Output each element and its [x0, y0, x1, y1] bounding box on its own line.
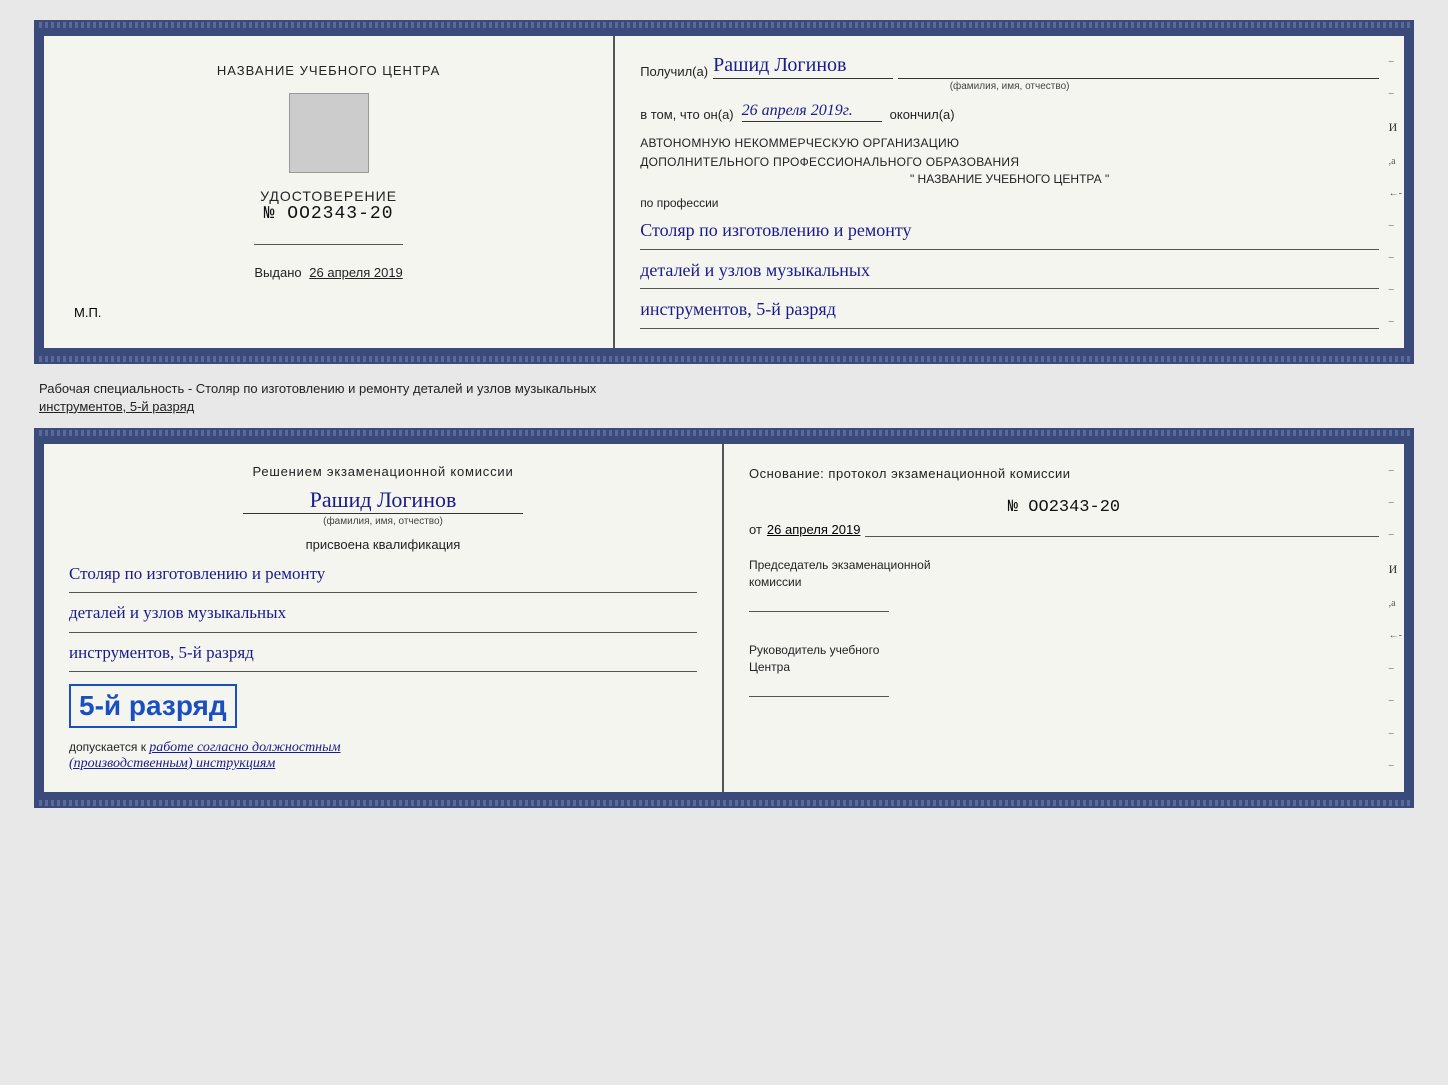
- dopuskaetsya-block: допускается к работе согласно должностны…: [69, 740, 697, 772]
- side-dash-b3: –: [1389, 529, 1402, 540]
- side-dash-i: И: [1389, 120, 1402, 135]
- recipient-name-top: Рашид Логинов: [713, 54, 893, 79]
- side-dash-bk: ←-: [1389, 630, 1402, 641]
- vtom-line: в том, что он(а) 26 апреля 2019г. окончи…: [640, 102, 1379, 122]
- rukovoditel-sig-line: [749, 696, 889, 697]
- bottom-border-texture-top: [36, 356, 1412, 362]
- osnovanie-text: Основание: протокол экзаменационной коми…: [749, 464, 1379, 484]
- side-dash-bi: И: [1389, 562, 1402, 577]
- specialty-text-line1: Рабочая специальность - Столяр по изгото…: [39, 381, 596, 396]
- specialty-text-line2: инструментов, 5-й разряд: [39, 399, 194, 414]
- side-dash-b5: –: [1389, 695, 1402, 706]
- side-dash-5: –: [1389, 252, 1402, 263]
- ot-dash-line: [865, 536, 1379, 537]
- protocol-number: № OO2343-20: [749, 498, 1379, 517]
- top-certificate-wrapper: НАЗВАНИЕ УЧЕБНОГО ЦЕНТРА УДОСТОВЕРЕНИЕ №…: [34, 20, 1414, 364]
- ot-line: от 26 апреля 2019: [749, 522, 1379, 537]
- side-dash-4: –: [1389, 220, 1402, 231]
- udost-title: УДОСТОВЕРЕНИЕ: [260, 188, 397, 204]
- org-line2: ДОПОЛНИТЕЛЬНОГО ПРОФЕССИОНАЛЬНОГО ОБРАЗО…: [640, 153, 1379, 172]
- bottom-certificate-wrapper: Решением экзаменационной комиссии Рашид …: [34, 428, 1414, 808]
- rank-box: 5-й разряд: [69, 684, 237, 728]
- predsedatel-sig-line: [749, 611, 889, 612]
- prof-line2-top: деталей и узлов музыкальных: [640, 254, 1379, 289]
- bottom-certificate: Решением экзаменационной комиссии Рашид …: [36, 436, 1412, 800]
- side-dash-1: –: [1389, 56, 1402, 67]
- prof-line2-bottom: деталей и узлов музыкальных: [69, 597, 697, 632]
- rukovoditel-label-text: Руководитель учебного: [749, 643, 879, 657]
- side-dash-7: –: [1389, 316, 1402, 327]
- rukovoditel-label2-text: Центра: [749, 660, 790, 674]
- dopuskaetsya-label: допускается к: [69, 740, 146, 754]
- prisvoena-label: присвоена квалификация: [69, 537, 697, 552]
- recipient-line: Получил(а) Рашид Логинов: [640, 54, 1379, 79]
- prof-line3-top: инструментов, 5-й разряд: [640, 293, 1379, 328]
- predsedatel-label: Председатель экзаменационной комиссии: [749, 557, 1379, 591]
- rukovoditel-label: Руководитель учебного Центра: [749, 642, 1379, 676]
- document-container: НАЗВАНИЕ УЧЕБНОГО ЦЕНТРА УДОСТОВЕРЕНИЕ №…: [34, 20, 1414, 808]
- instruktsii-text: (производственным) инструкциям: [69, 756, 275, 771]
- top-certificate: НАЗВАНИЕ УЧЕБНОГО ЦЕНТРА УДОСТОВЕРЕНИЕ №…: [36, 28, 1412, 356]
- side-dashes-bottom: – – – И ,а ←- – – – –: [1389, 444, 1402, 792]
- left-middle-block: УДОСТОВЕРЕНИЕ № OO2343-20 Выдано 26 апре…: [254, 93, 402, 280]
- rank-text: 5-й разряд: [79, 690, 227, 721]
- predsedatel-block: Председатель экзаменационной комиссии: [749, 557, 1379, 612]
- udost-block: УДОСТОВЕРЕНИЕ № OO2343-20: [260, 188, 397, 224]
- fio-subtitle-bottom: (фамилия, имя, отчество): [69, 516, 697, 527]
- specialty-text-block: Рабочая специальность - Столяр по изгото…: [34, 374, 1414, 418]
- prof-line1-bottom: Столяр по изготовлению и ремонту: [69, 558, 697, 593]
- center-title-top: НАЗВАНИЕ УЧЕБНОГО ЦЕНТРА: [217, 63, 440, 78]
- date-handwritten-top: 26 апреля 2019г.: [742, 102, 882, 122]
- recipient-block-bottom: Рашид Логинов (фамилия, имя, отчество): [69, 487, 697, 527]
- org-name: " НАЗВАНИЕ УЧЕБНОГО ЦЕНТРА ": [640, 172, 1379, 186]
- side-dash-6: –: [1389, 284, 1402, 295]
- profession-block-bottom: Столяр по изготовлению и ремонту деталей…: [69, 558, 697, 672]
- side-dash-a: ,а: [1389, 156, 1402, 167]
- cert-top-right: Получил(а) Рашид Логинов (фамилия, имя, …: [615, 36, 1404, 348]
- okonchil-label: окончил(а): [890, 107, 955, 122]
- work-text: работе согласно должностным: [149, 740, 340, 755]
- ot-date: 26 апреля 2019: [767, 522, 861, 537]
- stamp-area: [289, 93, 369, 173]
- side-dash-b2: –: [1389, 497, 1402, 508]
- vtom-label: в том, что он(а): [640, 107, 733, 122]
- prof-line1-top: Столяр по изготовлению и ремонту: [640, 214, 1379, 249]
- predsedatel-label2-text: комиссии: [749, 575, 801, 589]
- side-dash-b4: –: [1389, 663, 1402, 674]
- side-dash-b1: –: [1389, 465, 1402, 476]
- cert-bottom-left: Решением экзаменационной комиссии Рашид …: [44, 444, 724, 792]
- po-professii-label: по профессии: [640, 196, 1379, 210]
- vydano-line: Выдано 26 апреля 2019: [254, 265, 402, 280]
- bottom-border-texture-bottom: [36, 800, 1412, 806]
- poluchil-label: Получил(а): [640, 64, 708, 79]
- side-dash-b6: –: [1389, 728, 1402, 739]
- side-dash-b7: –: [1389, 760, 1402, 771]
- prof-line3-bottom: инструментов, 5-й разряд: [69, 637, 697, 672]
- recipient-name-bottom: Рашид Логинов: [243, 487, 523, 514]
- fio-subtitle-top: (фамилия, имя, отчество): [640, 81, 1379, 92]
- org-block: АВТОНОМНУЮ НЕКОММЕРЧЕСКУЮ ОРГАНИЗАЦИЮ ДО…: [640, 134, 1379, 186]
- mp-label: М.П.: [74, 305, 101, 320]
- resheniem-label: Решением экзаменационной комиссии: [69, 464, 697, 479]
- rukovoditel-block: Руководитель учебного Центра: [749, 642, 1379, 697]
- side-dash-ba: ,а: [1389, 598, 1402, 609]
- side-dash-2: –: [1389, 88, 1402, 99]
- org-line1: АВТОНОМНУЮ НЕКОММЕРЧЕСКУЮ ОРГАНИЗАЦИЮ: [640, 134, 1379, 153]
- dash-line: [898, 78, 1379, 79]
- side-dashes-top: – – И ,а ←- – – – –: [1389, 36, 1402, 348]
- udost-number: № OO2343-20: [260, 204, 397, 224]
- profession-block-top: Столяр по изготовлению и ремонту деталей…: [640, 214, 1379, 328]
- cert-top-left: НАЗВАНИЕ УЧЕБНОГО ЦЕНТРА УДОСТОВЕРЕНИЕ №…: [44, 36, 615, 348]
- vydano-date: 26 апреля 2019: [309, 265, 403, 280]
- divider-line: [254, 244, 402, 245]
- ot-label: от: [749, 522, 762, 537]
- predsedatel-label-text: Председатель экзаменационной: [749, 558, 931, 572]
- vydano-label: Выдано: [254, 265, 301, 280]
- side-dash-3: ←-: [1389, 188, 1402, 199]
- cert-bottom-right: Основание: протокол экзаменационной коми…: [724, 444, 1404, 792]
